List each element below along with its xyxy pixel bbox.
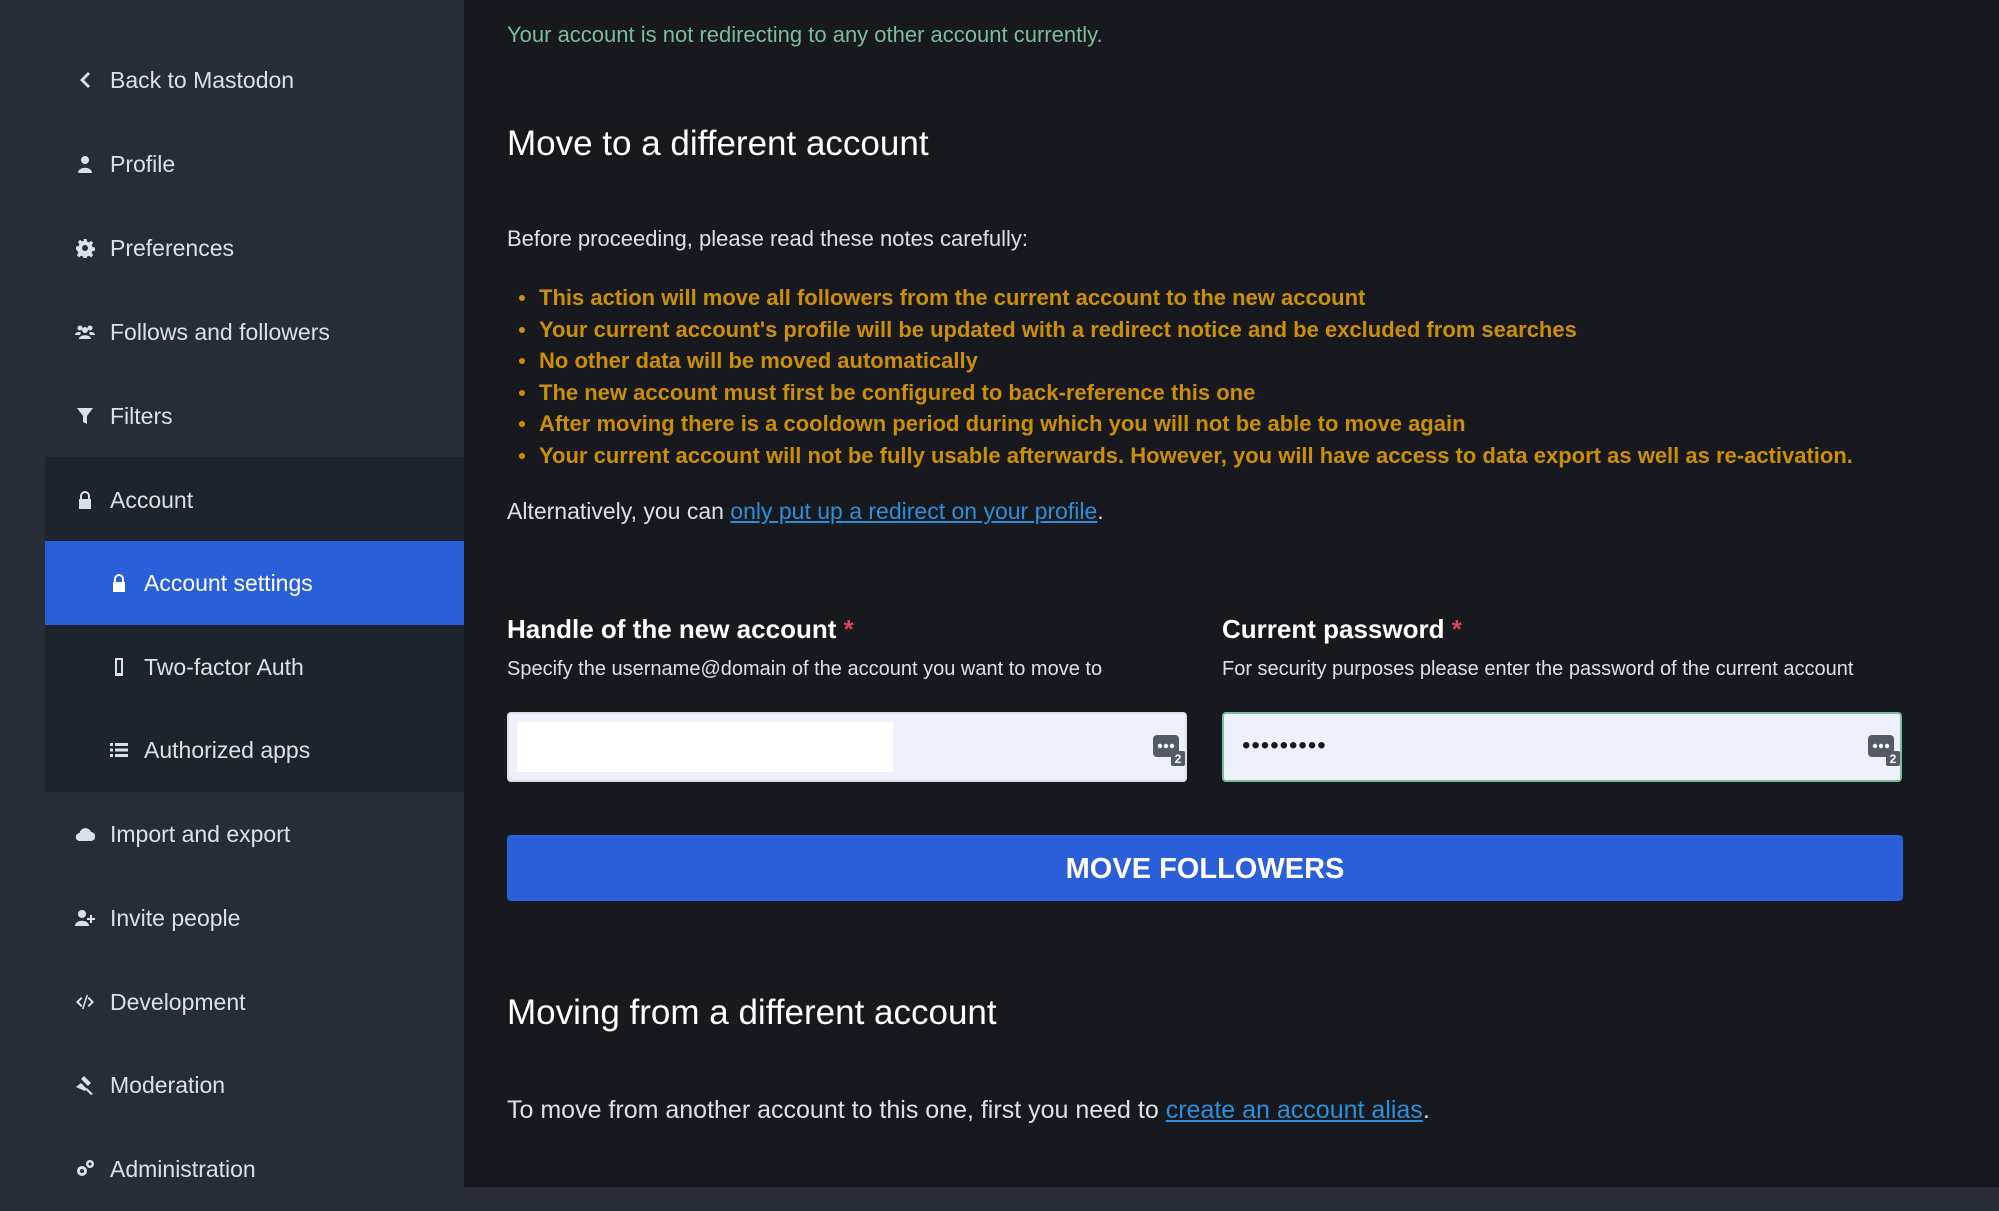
gear-icon [74,237,96,259]
sidebar-item-development[interactable]: Development [0,960,464,1044]
password-hint: For security purposes please enter the p… [1222,658,1854,680]
lock-icon [74,489,96,511]
sidebar-item-label: Follows and followers [110,318,330,345]
warning-item: The new account must first be configured… [507,377,1853,409]
sidebar-item-label: Administration [110,1155,256,1182]
back-to-mastodon-link[interactable]: Back to Mastodon [0,38,464,122]
sidebar-item-follows[interactable]: Follows and followers [0,290,464,374]
handle-input-autofill [517,722,893,772]
code-icon [74,991,96,1013]
password-manager-icon[interactable]: 2 [1868,732,1900,766]
password-manager-icon[interactable]: 2 [1153,732,1185,766]
move-followers-button[interactable]: MOVE FOLLOWERS [507,835,1903,901]
sidebar-item-moderation[interactable]: Moderation [0,1043,464,1127]
sidebar-item-authorized-apps[interactable]: Authorized apps [45,708,464,792]
move-warnings-list: This action will move all followers from… [507,282,1853,471]
user-plus-icon [74,907,96,929]
sidebar-item-label: Moderation [110,1071,226,1098]
warning-item: Your current account will not be fully u… [507,440,1853,472]
gavel-icon [74,1074,96,1096]
sidebar-item-label: Filters [110,402,173,429]
chevron-left-icon [74,69,96,91]
back-label: Back to Mastodon [110,66,295,93]
alternative-prefix: Alternatively, you can [507,498,731,524]
required-mark: * [1451,614,1462,644]
sidebar-item-filters[interactable]: Filters [0,374,464,458]
pm-badge: 2 [1890,752,1897,766]
sidebar-item-import-export[interactable]: Import and export [0,792,464,876]
warning-item: After moving there is a cooldown period … [507,408,1853,440]
cogs-icon [74,1158,96,1180]
warning-item: No other data will be moved automaticall… [507,345,1853,377]
redirect-status-notice: Your account is not redirecting to any o… [507,22,1103,47]
sidebar-item-invite[interactable]: Invite people [0,876,464,960]
settings-sidebar: Back to Mastodon Profile Preferences Fol… [0,0,464,1187]
current-password-input[interactable]: ••••••••• 2 [1222,712,1902,782]
sidebar-item-label: Profile [110,150,176,177]
sidebar-item-profile[interactable]: Profile [0,122,464,206]
warning-item: Your current account's profile will be u… [507,314,1853,346]
sidebar-item-two-factor[interactable]: Two-factor Auth [45,625,464,709]
sidebar-item-administration[interactable]: Administration [0,1127,464,1211]
password-label: Current password * [1222,614,1462,645]
sidebar-item-label: Invite people [110,904,241,931]
moving-from-text: To move from another account to this one… [507,1096,1430,1125]
password-input-value: ••••••••• [1242,732,1327,759]
alternative-text: Alternatively, you can only put up a red… [507,498,1104,525]
handle-hint: Specify the username@domain of the accou… [507,658,1103,680]
redirect-profile-link[interactable]: only put up a redirect on your profile [730,498,1097,524]
sidebar-item-label: Account settings [144,569,313,596]
sidebar-item-label: Two-factor Auth [144,653,304,680]
users-icon [74,321,96,343]
password-label-text: Current password [1222,614,1445,644]
mobile-icon [108,656,130,678]
sidebar-item-label: Development [110,988,246,1015]
sidebar-item-account[interactable]: Account [45,458,464,542]
lock-icon [108,572,130,594]
handle-input[interactable]: 2 [507,712,1187,782]
required-mark: * [843,614,854,644]
cloud-icon [74,823,96,845]
moving-from-suffix: . [1422,1096,1430,1124]
sidebar-item-label: Preferences [110,234,235,261]
list-icon [108,739,130,761]
move-section-title: Move to a different account [507,124,929,163]
move-section-lead: Before proceeding, please read these not… [507,226,1028,251]
create-alias-link[interactable]: create an account alias [1166,1096,1423,1124]
alternative-suffix: . [1097,498,1104,524]
warning-item: This action will move all followers from… [507,282,1853,314]
user-icon [74,153,96,175]
sidebar-item-account-settings[interactable]: Account settings [45,541,464,625]
sidebar-item-label: Account [110,486,194,513]
sidebar-item-label: Authorized apps [144,736,311,763]
sidebar-item-label: Import and export [110,820,291,847]
pm-badge: 2 [1175,752,1182,766]
handle-label-text: Handle of the new account [507,614,837,644]
sidebar-item-preferences[interactable]: Preferences [0,206,464,290]
handle-label: Handle of the new account * [507,614,854,645]
moving-from-prefix: To move from another account to this one… [507,1096,1166,1124]
filter-icon [74,405,96,427]
moving-from-section-title: Moving from a different account [507,993,997,1032]
